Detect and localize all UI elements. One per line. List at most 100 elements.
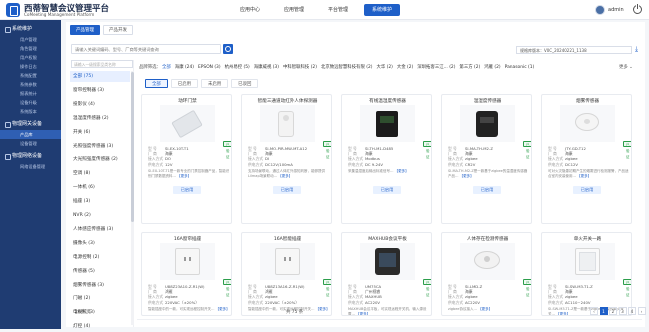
- product-desc: MAXHUB会议平板，可实现远程开关机、输入源设置… 【更多】: [348, 307, 430, 315]
- product-card[interactable]: MAXHUB会议平板 已验证型 号 UM75CA 厂 商广州视睿 接入方式 MAXHUB 供…: [341, 232, 432, 316]
- category-item[interactable]: 一体机 (6): [70, 182, 130, 193]
- more-link[interactable]: 【更多】: [316, 307, 330, 311]
- category-item[interactable]: 开关 (6): [70, 127, 130, 138]
- sidebar-section[interactable]: 物理网络设备: [0, 151, 61, 161]
- brand-filter-item[interactable]: 全部: [162, 63, 171, 73]
- more-link[interactable]: 【更多】: [177, 174, 191, 178]
- enable-button[interactable]: 已启用: [573, 186, 601, 194]
- product-card[interactable]: 烟雾传感器 已验证型 号 JTY-GD-T12 厂 商海康 接入方式 zigbee 供电方式…: [541, 94, 632, 224]
- more-link[interactable]: 【更多】: [556, 312, 570, 315]
- brand-filter-item[interactable]: 深圳拓客三江... (2): [417, 63, 455, 73]
- brand-filter-item[interactable]: 杭州易控 (5): [225, 63, 250, 73]
- product-card[interactable]: 温湿度传感器 已验证型 号 SI-MA-TH-M2-Z 厂 商海康 接入方式 zigbee…: [441, 94, 532, 224]
- enable-button[interactable]: 已启用: [473, 186, 501, 194]
- topnav-app-manage[interactable]: 应用管理: [276, 4, 312, 16]
- page-button[interactable]: ‹: [590, 307, 598, 315]
- status-filter-item[interactable]: 全部: [145, 79, 168, 88]
- page-button[interactable]: 2: [609, 307, 617, 315]
- category-item[interactable]: 光照强度传感器 (3): [70, 141, 130, 152]
- brand-filter-item[interactable]: Panasonic (1): [505, 63, 535, 73]
- brand-filter-item[interactable]: 大华 (2): [376, 63, 392, 73]
- power-icon[interactable]: [633, 4, 642, 14]
- status-filter-item[interactable]: 已驳回: [231, 79, 259, 88]
- sidebar-item[interactable]: 系统配置: [0, 71, 61, 80]
- enable-button[interactable]: 已启用: [273, 186, 301, 194]
- enable-button[interactable]: 已启用: [373, 186, 401, 194]
- category-item[interactable]: 烟雾传感器 (3): [70, 280, 130, 291]
- category-item[interactable]: 插座 (3): [70, 196, 130, 207]
- sidebar-item[interactable]: 网络设备管理: [0, 162, 61, 171]
- search-icon[interactable]: [223, 44, 233, 54]
- category-item[interactable]: NVR (2): [70, 210, 130, 221]
- more-link[interactable]: 【更多】: [478, 307, 492, 311]
- product-card[interactable]: 16A窗帘插座 已验证型 号 U88Z23A10-Z-R1(W) 厂 商鸿雁 接入方式 z…: [141, 232, 232, 316]
- product-card[interactable]: 有线温湿度传感器 已验证型 号 SI-TH-M1-D485 厂 商海康 接入方式 Modb…: [341, 94, 432, 224]
- topnav-platform-manage[interactable]: 平台管理: [320, 4, 356, 16]
- user-name[interactable]: admin: [608, 7, 624, 13]
- product-card[interactable]: 16A智能插座 已验证型 号 U88Z13A16-Z-R1(W) 厂 商鸿雁 接入方式 z…: [241, 232, 332, 316]
- category-item[interactable]: 投影仪 (4): [70, 99, 130, 110]
- category-item[interactable]: 全部 (75): [70, 71, 130, 82]
- more-link[interactable]: 【更多】: [356, 312, 370, 315]
- status-filter-item[interactable]: 已启用: [170, 79, 198, 88]
- status-filter-item[interactable]: 未启用: [200, 79, 229, 88]
- enable-button[interactable]: 已启用: [173, 186, 201, 194]
- category-item[interactable]: 摄像头 (3): [70, 238, 130, 249]
- sidebar-section[interactable]: 物理网关设备: [0, 119, 61, 129]
- tab-product-develop[interactable]: 产品开发: [103, 25, 133, 35]
- sidebar-item[interactable]: 产品库: [0, 130, 61, 139]
- brand-filter-item[interactable]: 中科智联科技 (2): [283, 63, 317, 73]
- category-item[interactable]: 灯控 (4): [70, 321, 130, 332]
- sidebar-item[interactable]: 角色管理: [0, 44, 61, 53]
- sidebar-item[interactable]: 系统参数: [0, 80, 61, 89]
- sidebar-item[interactable]: 用户管理: [0, 35, 61, 44]
- sidebar-item[interactable]: 设备升级: [0, 98, 61, 107]
- category-item[interactable]: 空调 (8): [70, 168, 130, 179]
- brand-filter-item[interactable]: 北京致远智慧科技有限 (2): [321, 63, 373, 73]
- brand-filter-item[interactable]: 海康 (24): [175, 63, 194, 73]
- avatar[interactable]: [595, 5, 605, 15]
- page-size-select[interactable]: 20条/页: [75, 309, 91, 315]
- more-link[interactable]: 【更多】: [278, 174, 292, 178]
- product-card[interactable]: 动环门禁 已验证型 号 SI-EX-10T-T1 厂 商海康 接入方式 DO 供电方式 12V…: [141, 94, 232, 224]
- category-item[interactable]: 人体感应传感器 (3): [70, 224, 130, 235]
- download-icon[interactable]: ⤓: [635, 45, 642, 53]
- sidebar-item[interactable]: 系统版本: [0, 107, 61, 116]
- sidebar-item[interactable]: 设备管理: [0, 139, 61, 148]
- top-bar: 西蒂智慧会议管理平台 CoMeeting Management Platform…: [0, 0, 649, 20]
- product-card[interactable]: 人体存在检测传感器 已验证型 号 SI-LMD-Z 厂 商海康 接入方式 zigbee 供电…: [441, 232, 532, 316]
- category-item[interactable]: 大光照强度传感器 (2): [70, 154, 130, 165]
- sidebar-item[interactable]: 用户权限: [0, 53, 61, 62]
- page-button[interactable]: 4: [628, 307, 636, 315]
- category-scrollbar-thumb[interactable]: [131, 72, 134, 222]
- category-item[interactable]: 传感器 (5): [70, 266, 130, 277]
- sidebar-item[interactable]: 报表统计: [0, 89, 61, 98]
- topnav-app-center[interactable]: 应用中心: [232, 4, 268, 16]
- more-link[interactable]: 【更多】: [577, 174, 591, 178]
- page-button[interactable]: 3: [618, 307, 627, 315]
- more-link[interactable]: 【更多】: [216, 307, 230, 311]
- brand-filter-item[interactable]: 第三方 (2): [459, 63, 480, 73]
- brand-more-button[interactable]: 更多 ⌄: [619, 63, 633, 73]
- category-item[interactable]: 窗帘控制器 (3): [70, 85, 130, 96]
- category-item[interactable]: 电源控制 (2): [70, 252, 130, 263]
- category-item[interactable]: 门磁 (2): [70, 293, 130, 304]
- category-search-input[interactable]: 请输入一级搜索品类名称: [71, 60, 133, 68]
- sidebar-item[interactable]: 操作日志: [0, 62, 61, 71]
- category-item[interactable]: 温湿度传感器 (2): [70, 113, 130, 124]
- brand-filter-item[interactable]: 海康威视 (3): [254, 63, 279, 73]
- brand-filter-item[interactable]: EPSON (3): [198, 63, 221, 73]
- product-card[interactable]: 智能三通道动红外人体探测器 已验证型 号 SI-MO-PIR-MW-MT-A12 厂 …: [241, 94, 332, 224]
- logo-icon: [6, 3, 20, 17]
- brand-filter-item[interactable]: 大金 (2): [397, 63, 413, 73]
- sidebar-section[interactable]: 系统维护: [0, 24, 61, 34]
- tab-product-manage[interactable]: 产品管理: [70, 25, 100, 35]
- more-link[interactable]: 【更多】: [395, 169, 409, 173]
- more-link[interactable]: 【更多】: [460, 174, 474, 178]
- page-button[interactable]: 1: [599, 307, 608, 315]
- page-button[interactable]: ›: [637, 307, 646, 315]
- brand-filter-item[interactable]: 鸿雁 (2): [484, 63, 500, 73]
- topnav-system-maintain[interactable]: 系统维护: [364, 4, 401, 16]
- search-input[interactable]: [71, 44, 221, 54]
- product-card[interactable]: 单火开关一路 已验证型 号 SI-SW-M3-T1-Z 厂 商海康 接入方式 zigbee…: [541, 232, 632, 316]
